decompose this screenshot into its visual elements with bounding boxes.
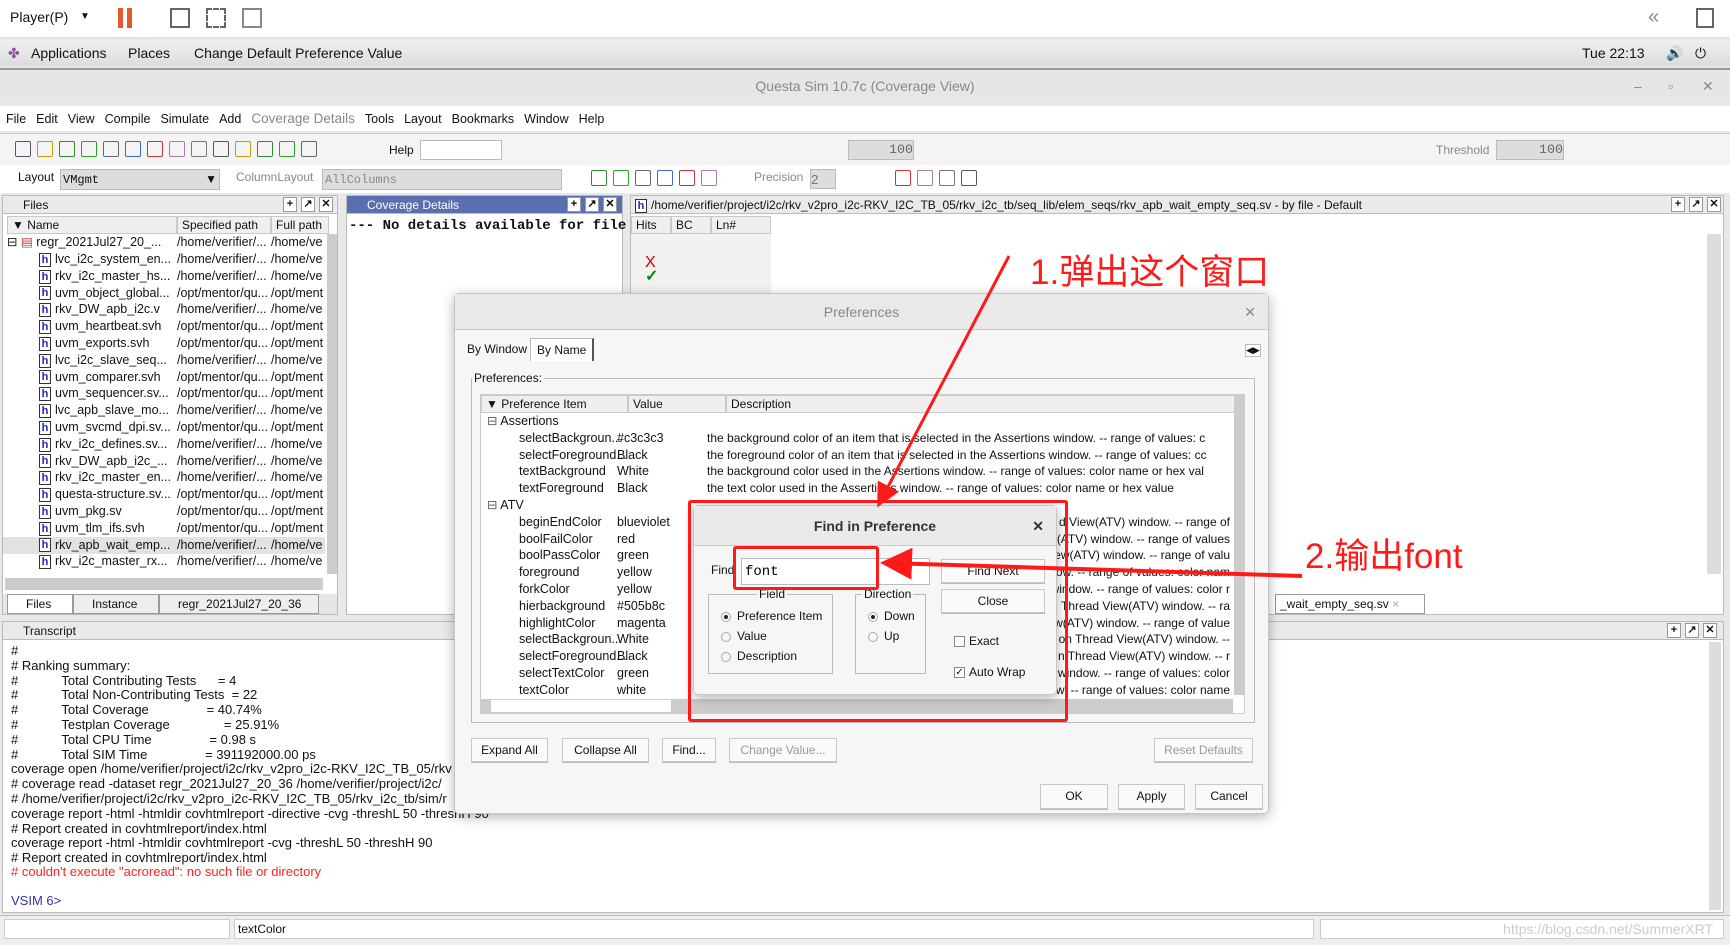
arrow-to-input xyxy=(880,547,1303,580)
annotation-step1: 1.弹出这个窗口 xyxy=(1030,253,1270,292)
annotation-step2: 2.输出font xyxy=(1305,537,1463,576)
arrow-to-dialog xyxy=(877,255,1011,508)
annotation-arrows xyxy=(877,255,1303,580)
